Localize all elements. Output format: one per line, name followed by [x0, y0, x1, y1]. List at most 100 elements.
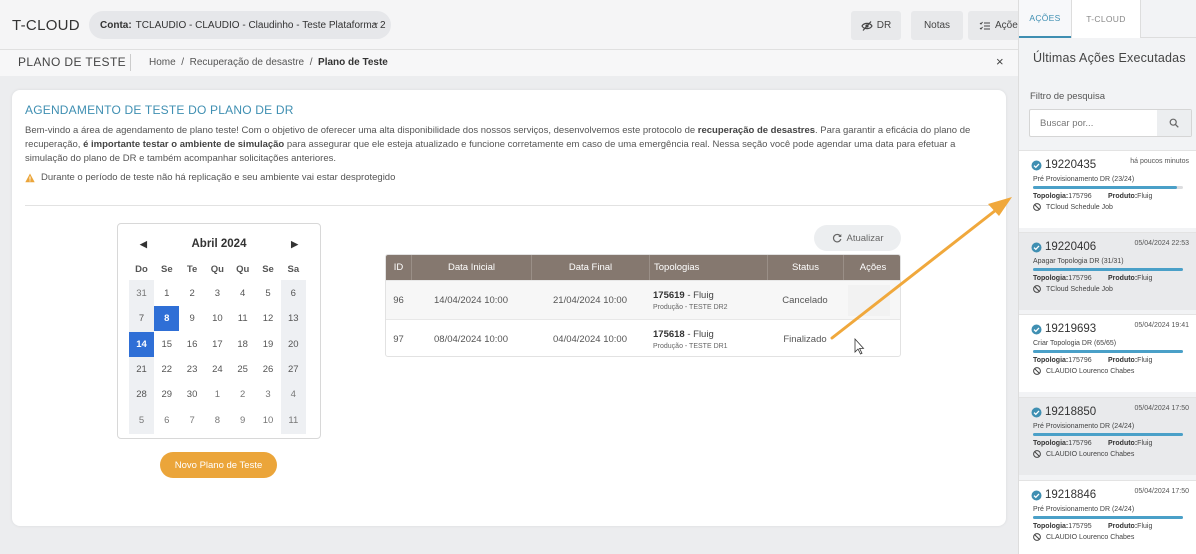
calendar-day[interactable]: 4 [281, 382, 306, 407]
calendar-day[interactable]: 5 [256, 281, 281, 306]
calendar-day[interactable]: 31 [129, 281, 154, 306]
calendar-day[interactable]: 26 [256, 357, 281, 382]
calendar-day[interactable]: 11 [230, 306, 255, 331]
new-test-plan-button[interactable]: Novo Plano de Teste [160, 452, 277, 478]
brand-logo[interactable]: T-CLOUD [12, 17, 80, 34]
calendar-day[interactable]: 13 [281, 306, 306, 331]
action-item[interactable]: 19220435 há poucos minutos Pré Provisionam… [1019, 150, 1196, 228]
action-progress-fill [1033, 516, 1183, 519]
calendar-day[interactable]: 20 [281, 332, 306, 357]
check-circle-icon [1031, 324, 1042, 334]
table-row[interactable]: 97 08/04/2024 10:00 04/04/2024 10:00 175… [386, 319, 900, 356]
calendar-day[interactable]: 16 [180, 332, 205, 357]
next-month-button[interactable]: ▶ [291, 239, 298, 250]
action-id: 19220406 [1045, 241, 1097, 253]
calendar-day[interactable]: 3 [205, 281, 230, 306]
calendar-day[interactable]: 7 [180, 408, 205, 433]
cell-end: 04/04/2024 10:00 [553, 334, 627, 345]
calendar-day[interactable]: 1 [205, 382, 230, 407]
col-actions: Ações [843, 255, 900, 280]
actions-button[interactable]: Açõe [968, 11, 1018, 40]
search-icon [1169, 118, 1179, 128]
calendar-day[interactable]: 9 [180, 306, 205, 331]
tab-tcloud[interactable]: T-CLOUD [1071, 0, 1141, 38]
action-item[interactable]: 19218850 05/04/2024 17:50 Pré Provisioname… [1019, 397, 1196, 475]
refresh-button[interactable]: Atualizar [814, 225, 901, 251]
check-circle-icon [1031, 160, 1042, 170]
warning-icon [25, 173, 35, 182]
action-item[interactable]: 19220406 05/04/2024 22:53 Apagar Topologia… [1019, 232, 1196, 310]
calendar-day[interactable]: 2 [180, 281, 205, 306]
calendar-day[interactable]: 18 [230, 332, 255, 357]
calendar-day[interactable]: 3 [256, 382, 281, 407]
topology-line: 175618 - Fluig [653, 329, 714, 340]
row-actions[interactable] [848, 285, 890, 316]
calendar-day[interactable]: 2 [230, 382, 255, 407]
action-topology: 175796 [1068, 440, 1092, 447]
calendar-day[interactable]: 28 [129, 382, 154, 407]
calendar-day[interactable]: 6 [281, 281, 306, 306]
refresh-button-label: Atualizar [846, 232, 884, 244]
action-progress-bar [1033, 350, 1183, 353]
dr-button-label: DR [876, 20, 892, 31]
calendar-day[interactable]: 29 [154, 382, 179, 407]
calendar-day[interactable]: 19 [256, 332, 281, 357]
calendar-day[interactable]: 24 [205, 357, 230, 382]
calendar-day[interactable]: 25 [230, 357, 255, 382]
action-user: CLAUDIO Lourenco Chabes [1033, 533, 1134, 541]
action-topology: 175796 [1068, 357, 1092, 364]
action-user-name: TCloud Schedule Job [1046, 203, 1113, 211]
breadcrumb-disaster-recovery[interactable]: Recuperação de desastre [190, 57, 305, 68]
calendar-day[interactable]: 9 [230, 408, 255, 433]
calendar-day[interactable]: 17 [205, 332, 230, 357]
product-label: Produto: [1108, 440, 1138, 447]
dr-button[interactable]: DR [851, 11, 901, 40]
action-id-row: 19219693 [1031, 323, 1096, 335]
cell-status: Finalizado [783, 334, 827, 345]
col-topologies: Topologias [649, 255, 767, 280]
calendar-day[interactable]: 6 [154, 408, 179, 433]
account-label: Conta: [100, 19, 132, 31]
calendar-day[interactable]: 23 [180, 357, 205, 382]
calendar-day[interactable]: 30 [180, 382, 205, 407]
calendar-day[interactable]: 15 [154, 332, 179, 357]
action-meta: Topologia:175796 Produto:Fluig [1033, 275, 1152, 282]
calendar-day[interactable]: 21 [129, 357, 154, 382]
calendar-day[interactable]: 12 [256, 306, 281, 331]
tab-actions[interactable]: AÇÕES [1019, 0, 1071, 38]
action-item[interactable]: 19219693 05/04/2024 19:41 Criar Topologia … [1019, 314, 1196, 392]
calendar-day[interactable]: 10 [205, 306, 230, 331]
calendar-day[interactable]: 4 [230, 281, 255, 306]
action-progress-bar [1033, 268, 1183, 271]
breadcrumb-home[interactable]: Home [149, 57, 176, 68]
cell-id: 96 [393, 295, 404, 306]
calendar-day[interactable]: 14 [129, 331, 154, 357]
calendar-day[interactable]: 8 [154, 306, 180, 332]
calendar-day[interactable]: 5 [129, 408, 154, 433]
calendar-day[interactable]: 8 [205, 408, 230, 433]
search-button[interactable] [1157, 110, 1191, 136]
action-item[interactable]: 19218846 05/04/2024 17:50 Pré Provisioname… [1019, 480, 1196, 554]
intro-part-1: Bem-vindo a área de agendamento de plano… [25, 125, 698, 136]
action-progress-fill [1033, 186, 1177, 189]
table-row[interactable]: 96 14/04/2024 10:00 21/04/2024 10:00 175… [386, 280, 900, 319]
action-user: CLAUDIO Lourenco Chabes [1033, 367, 1134, 375]
calendar-day[interactable]: 27 [281, 357, 306, 382]
calendar-day[interactable]: 7 [129, 306, 154, 331]
notes-button[interactable]: Notas [911, 11, 963, 40]
action-progress-bar [1033, 516, 1183, 519]
row-actions[interactable] [848, 324, 890, 355]
search-input[interactable] [1030, 110, 1155, 136]
account-selector[interactable]: Conta: TCLAUDIO - CLAUDIO - Claudinho - … [89, 11, 391, 39]
close-panel-button[interactable]: × [996, 54, 1004, 69]
breadcrumb-current: Plano de Teste [318, 57, 388, 68]
action-id: 19218850 [1045, 406, 1097, 418]
calendar-day[interactable]: 10 [256, 408, 281, 433]
action-product: Fluig [1137, 193, 1153, 200]
calendar-day[interactable]: 1 [154, 281, 179, 306]
action-topology: 175796 [1068, 193, 1092, 200]
calendar-day[interactable]: 22 [154, 357, 179, 382]
calendar-day[interactable]: 11 [281, 408, 306, 433]
topology-line: 175619 - Fluig [653, 290, 714, 301]
action-time: 05/04/2024 17:50 [1134, 405, 1190, 412]
